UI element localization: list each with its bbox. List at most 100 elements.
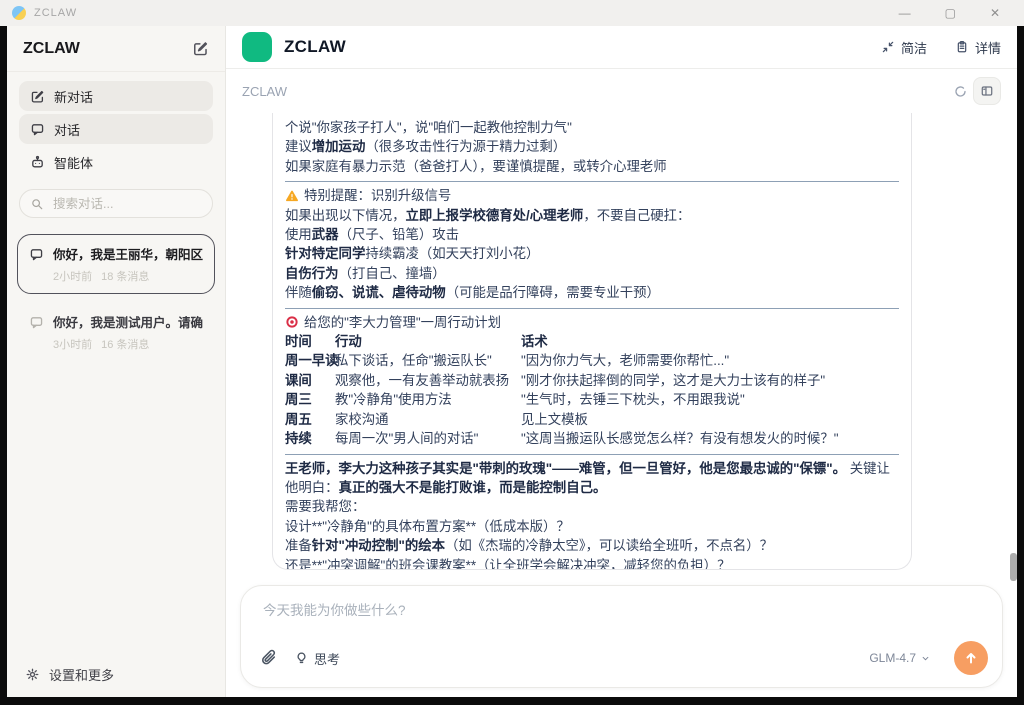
bold-text: 自伤行为 — [285, 266, 339, 281]
bold-text: 偷窃、说谎、虐待动物 — [312, 285, 446, 300]
text: 特别提醒：识别升级信号 — [304, 186, 451, 205]
message-line: 还是**"冲突调解"的班会课教案**（让全班学会解决冲突，减轻您的负担）？ — [285, 556, 899, 570]
divider — [285, 181, 899, 182]
table-header-row: 时间行动话术 — [285, 332, 899, 351]
side-panel-toggle-button[interactable] — [973, 77, 1001, 105]
maximize-button[interactable]: ▢ — [945, 7, 956, 19]
app-logo-icon — [12, 6, 26, 20]
compact-mode-button[interactable]: 简洁 — [881, 38, 927, 57]
send-button[interactable] — [954, 641, 988, 675]
message-line: 特别提醒：识别升级信号 — [285, 186, 899, 205]
table-cell: "生气时，去锤三下枕头，不用跟我说" — [521, 390, 745, 409]
message-line: 自伤行为（打自己、撞墙） — [285, 264, 899, 283]
table-header-cell: 行动 — [335, 332, 521, 351]
target-icon — [285, 315, 299, 329]
conversation-count: 18 条消息 — [101, 268, 149, 284]
close-button[interactable]: ✕ — [990, 7, 1000, 19]
attachment-paperclip-icon[interactable] — [261, 649, 279, 667]
bold-text: 真正的强大不是能打败谁，而是能控制自己。 — [339, 480, 607, 495]
sidebar-item-label: 新对话 — [54, 87, 93, 106]
scrollbar-thumb[interactable] — [1010, 553, 1017, 581]
sidebar-item-label: 智能体 — [54, 153, 93, 172]
sidebar-item-0[interactable]: 新对话 — [19, 81, 213, 111]
text: （很多攻击性行为源于精力过剩） — [365, 139, 566, 154]
search-box[interactable] — [19, 189, 213, 218]
table-row: 持续每周一次"男人间的对话""这周当搬运队长感觉怎么样？有没有想发火的时候？" — [285, 429, 899, 448]
details-label: 详情 — [975, 38, 1001, 57]
table-cell: 课间 — [285, 371, 335, 390]
table-cell: "因为你力气大，老师需要你帮忙..." — [521, 351, 729, 370]
bold-text: 武器 — [312, 227, 339, 242]
thinking-toggle[interactable]: 思考 — [294, 649, 340, 668]
sidebar-item-1[interactable]: 对话 — [19, 114, 213, 144]
settings-and-more-button[interactable]: 设置和更多 — [7, 651, 225, 697]
message-line: 使用武器（尺子、铅笔）攻击 — [285, 225, 899, 244]
conversation-item[interactable]: 你好，我是测试用户。请确... 3小时前 16 条消息 — [17, 302, 215, 362]
conversation-meta: 2小时前 18 条消息 — [53, 268, 203, 284]
message-line: 建议增加运动（很多攻击性行为源于精力过剩） — [285, 137, 899, 156]
conversation-count: 16 条消息 — [101, 336, 149, 352]
table-cell: 见上文模板 — [521, 410, 588, 429]
table-cell: 周一早读 — [285, 351, 335, 370]
agent-name: ZCLAW — [242, 84, 287, 99]
table-cell: 持续 — [285, 429, 335, 448]
text: ，不要自己硬扛： — [583, 208, 690, 223]
table-cell: "这周当搬运队长感觉怎么样？有没有想发火的时候？" — [521, 429, 839, 448]
message-input[interactable] — [261, 602, 982, 619]
text: 还是**"冲突调解"的班会课教案**（让全班学会解决冲突，减轻您的负担）？ — [285, 558, 730, 570]
message-line: 王老师，李大力这种孩子其实是"带刺的玫瑰"——难管，但一旦管好，他是您最忠诚的"… — [285, 459, 899, 498]
panel-icon — [980, 84, 994, 98]
message-line: 伴随偷窃、说谎、虐待动物（可能是品行障碍，需要专业干预） — [285, 283, 899, 302]
gear-icon — [25, 667, 40, 682]
table-cell: 私下谈话，任命"搬运队长" — [335, 351, 521, 370]
new-chat-compose-button[interactable] — [192, 40, 209, 57]
conversation-time: 3小时前 — [53, 336, 92, 352]
table-row: 周三教"冷静角"使用方法"生气时，去锤三下枕头，不用跟我说" — [285, 390, 899, 409]
message-line: 如果家庭有暴力示范（爸爸打人），要谨慎提醒，或转介心理老师 — [285, 157, 899, 176]
text: （可能是品行障碍，需要专业干预） — [446, 285, 660, 300]
message-line: 给您的"李大力管理"一周行动计划 — [285, 313, 899, 332]
table-cell: 每周一次"男人间的对话" — [335, 429, 521, 448]
table-row: 周五家校沟通见上文模板 — [285, 410, 899, 429]
conversation-item[interactable]: 你好，我是王丽华，朝阳区... 2小时前 18 条消息 — [17, 234, 215, 294]
minimize-button[interactable]: — — [899, 7, 911, 19]
conversation-title: 你好，我是测试用户。请确... — [53, 312, 203, 331]
sidebar-title: ZCLAW — [23, 40, 80, 58]
conversation-subheader: ZCLAW — [226, 69, 1017, 113]
table-header-cell: 话术 — [521, 332, 548, 351]
table-cell: "刚才你扶起摔倒的同学，这才是大力士该有的样子" — [521, 371, 825, 390]
brand-logo-icon — [242, 32, 272, 62]
chat-area: 个说"你家孩子打人"，说"咱们一起教他控制力气" 建议增加运动（很多攻击性行为源于… — [226, 113, 1017, 585]
message-line: 设计**"冷静角"的具体布置方案**（低成本版）？ — [285, 517, 899, 536]
conversation-time: 2小时前 — [53, 268, 92, 284]
model-name: GLM-4.7 — [869, 651, 916, 665]
text: 个说"你家孩子打人"，说"咱们一起教他控制力气" — [285, 120, 572, 135]
chat-icon — [30, 122, 45, 137]
details-button[interactable]: 详情 — [955, 38, 1001, 57]
assistant-message-bubble: 个说"你家孩子打人"，说"咱们一起教他控制力气" 建议增加运动（很多攻击性行为源于… — [272, 113, 912, 570]
table-cell: 观察他，一有友善举动就表扬 — [335, 371, 521, 390]
text: 准备 — [285, 538, 312, 553]
model-selector[interactable]: GLM-4.7 — [869, 651, 931, 665]
chat-icon — [29, 247, 44, 262]
clipboard-icon — [955, 40, 969, 54]
table-header-cell: 时间 — [285, 332, 335, 351]
chevron-down-icon — [920, 653, 931, 664]
sidebar-item-2[interactable]: 智能体 — [19, 147, 213, 177]
arrow-up-icon — [963, 650, 979, 666]
conversation-meta: 3小时前 16 条消息 — [53, 336, 203, 352]
table-cell: 周三 — [285, 390, 335, 409]
os-titlebar: ZCLAW — ▢ ✕ — [0, 0, 1024, 26]
divider — [285, 454, 899, 455]
message-line: 如果出现以下情况，立即上报学校德育处/心理老师，不要自己硬扛： — [285, 206, 899, 225]
thinking-label: 思考 — [314, 649, 340, 668]
conversation-title: 你好，我是王丽华，朝阳区... — [53, 244, 203, 263]
table-row: 课间观察他，一有友善举动就表扬"刚才你扶起摔倒的同学，这才是大力士该有的样子" — [285, 371, 899, 390]
search-input[interactable] — [51, 196, 202, 212]
history-icon[interactable] — [953, 84, 968, 99]
sidebar-header: ZCLAW — [7, 26, 225, 72]
text: 如果家庭有暴力示范（爸爸打人），要谨慎提醒，或转介心理老师 — [285, 159, 667, 174]
message-line: 准备针对"冲动控制"的绘本（如《杰瑞的冷静太空》，可以读给全班听，不点名）？ — [285, 536, 899, 555]
message-line: 针对特定同学持续霸凌（如天天打刘小花） — [285, 244, 899, 263]
settings-label: 设置和更多 — [49, 665, 114, 684]
